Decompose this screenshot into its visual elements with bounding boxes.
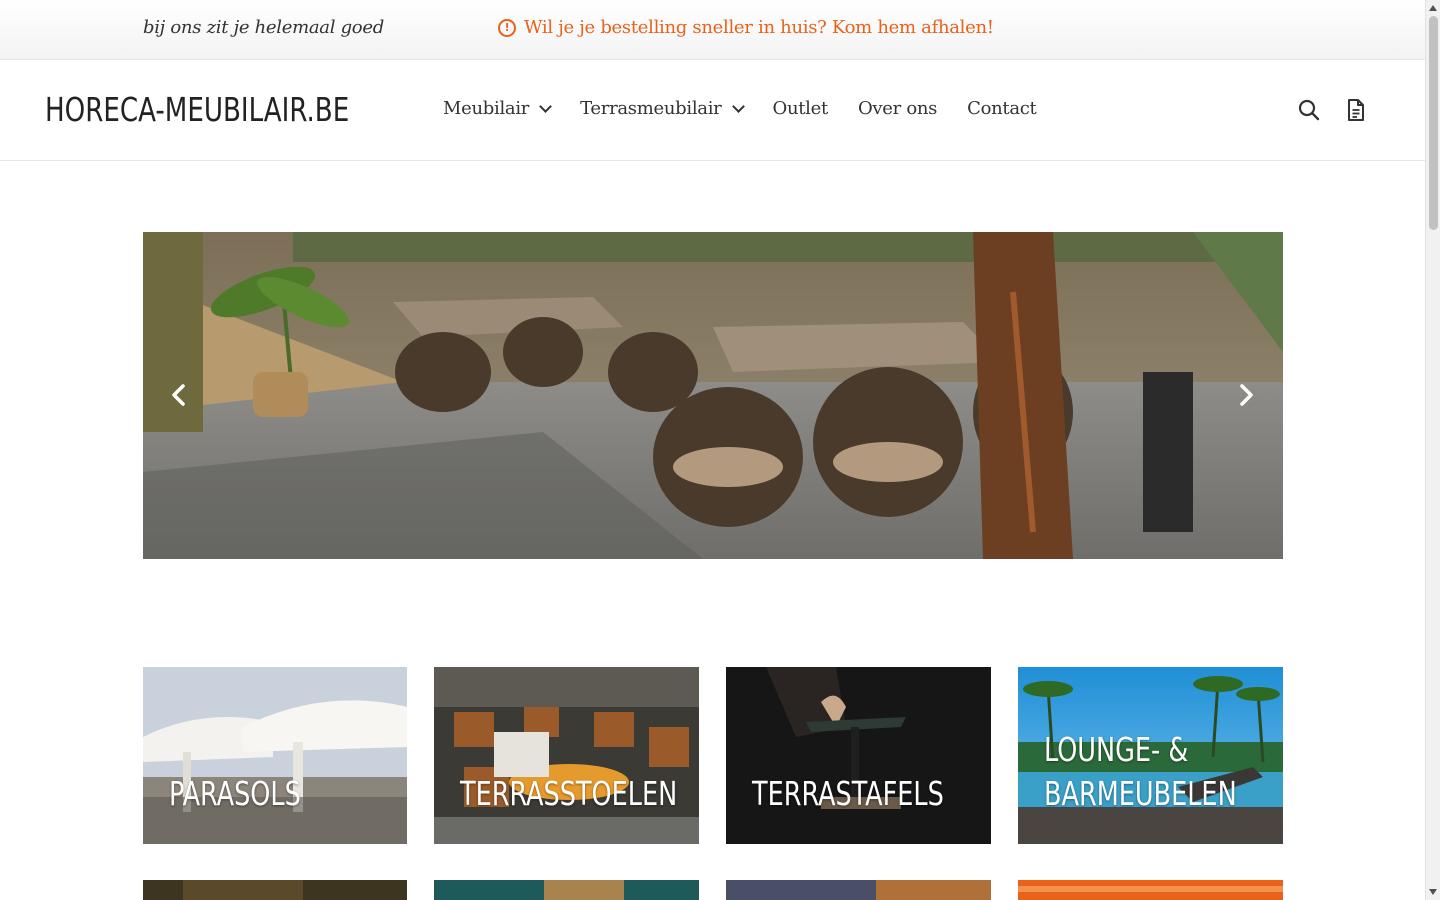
pickup-notice-link[interactable]: ! Wil je je bestelling sneller in huis? … bbox=[498, 17, 994, 38]
exclamation-circle-icon: ! bbox=[498, 18, 516, 37]
category-image bbox=[1018, 880, 1283, 900]
nav-item-over-ons[interactable]: Over ons bbox=[858, 98, 937, 119]
chevron-down-icon bbox=[539, 99, 552, 113]
parasols-image bbox=[143, 667, 407, 844]
main-nav: Meubilair Terrasmeubilair Outlet Over on… bbox=[443, 98, 1067, 119]
nav-item-terrasmeubilair[interactable]: Terrasmeubilair bbox=[580, 98, 745, 119]
nav-item-label: Contact bbox=[967, 98, 1037, 119]
category-tile-terrastafels[interactable]: TERRASTAFELS bbox=[726, 667, 991, 844]
terrastafels-image bbox=[726, 667, 991, 844]
nav-item-label: Meubilair bbox=[443, 98, 530, 119]
category-label: LOUNGE- & BARMEUBELEN bbox=[1044, 728, 1237, 816]
slider-prev-button[interactable] bbox=[168, 382, 190, 408]
category-tile[interactable] bbox=[434, 880, 699, 900]
category-tile-lounge-barmeubelen[interactable]: LOUNGE- & BARMEUBELEN bbox=[1018, 667, 1283, 844]
nav-item-label: Outlet bbox=[772, 98, 829, 119]
terrasstoelen-image bbox=[434, 667, 699, 844]
nav-item-meubilair[interactable]: Meubilair bbox=[443, 98, 552, 119]
category-label: TERRASTAFELS bbox=[752, 774, 944, 813]
category-label: TERRASSTOELEN bbox=[460, 774, 678, 813]
nav-item-label: Terrasmeubilair bbox=[580, 98, 722, 119]
document-icon[interactable] bbox=[1344, 98, 1368, 122]
category-label: PARASOLS bbox=[169, 774, 301, 813]
category-tile-terrasstoelen[interactable]: TERRASSTOELEN bbox=[434, 667, 699, 844]
page-scrollbar[interactable] bbox=[1425, 0, 1440, 900]
chevron-down-icon bbox=[731, 99, 745, 113]
site-header: HORECA-MEUBILAIR.BE Meubilair Terrasmeub… bbox=[0, 60, 1425, 161]
category-tile[interactable] bbox=[143, 880, 407, 900]
search-icon[interactable] bbox=[1297, 98, 1321, 122]
slider-next-button[interactable] bbox=[1235, 382, 1257, 408]
category-image bbox=[143, 880, 407, 900]
category-tile[interactable] bbox=[1018, 880, 1283, 900]
category-image bbox=[726, 880, 991, 900]
scroll-thumb[interactable] bbox=[1429, 16, 1438, 230]
hero-slider[interactable] bbox=[143, 232, 1283, 559]
category-label-line: LOUNGE- & bbox=[1044, 730, 1189, 769]
category-image bbox=[434, 880, 699, 900]
pickup-notice-text: Wil je je bestelling sneller in huis? Ko… bbox=[524, 17, 994, 38]
tagline: bij ons zit je helemaal goed bbox=[143, 17, 384, 38]
scroll-down-arrow-icon[interactable] bbox=[1429, 889, 1437, 895]
site-logo[interactable]: HORECA-MEUBILAIR.BE bbox=[45, 90, 349, 129]
top-bar: bij ons zit je helemaal goed ! Wil je je… bbox=[0, 0, 1425, 60]
nav-item-label: Over ons bbox=[857, 98, 938, 119]
category-label-line: BARMEUBELEN bbox=[1044, 774, 1237, 813]
nav-item-contact[interactable]: Contact bbox=[967, 98, 1037, 119]
category-tile[interactable] bbox=[726, 880, 991, 900]
scroll-up-arrow-icon[interactable] bbox=[1429, 5, 1437, 11]
category-tile-parasols[interactable]: PARASOLS bbox=[143, 667, 407, 844]
nav-item-outlet[interactable]: Outlet bbox=[772, 98, 829, 119]
hero-image bbox=[143, 232, 1283, 559]
